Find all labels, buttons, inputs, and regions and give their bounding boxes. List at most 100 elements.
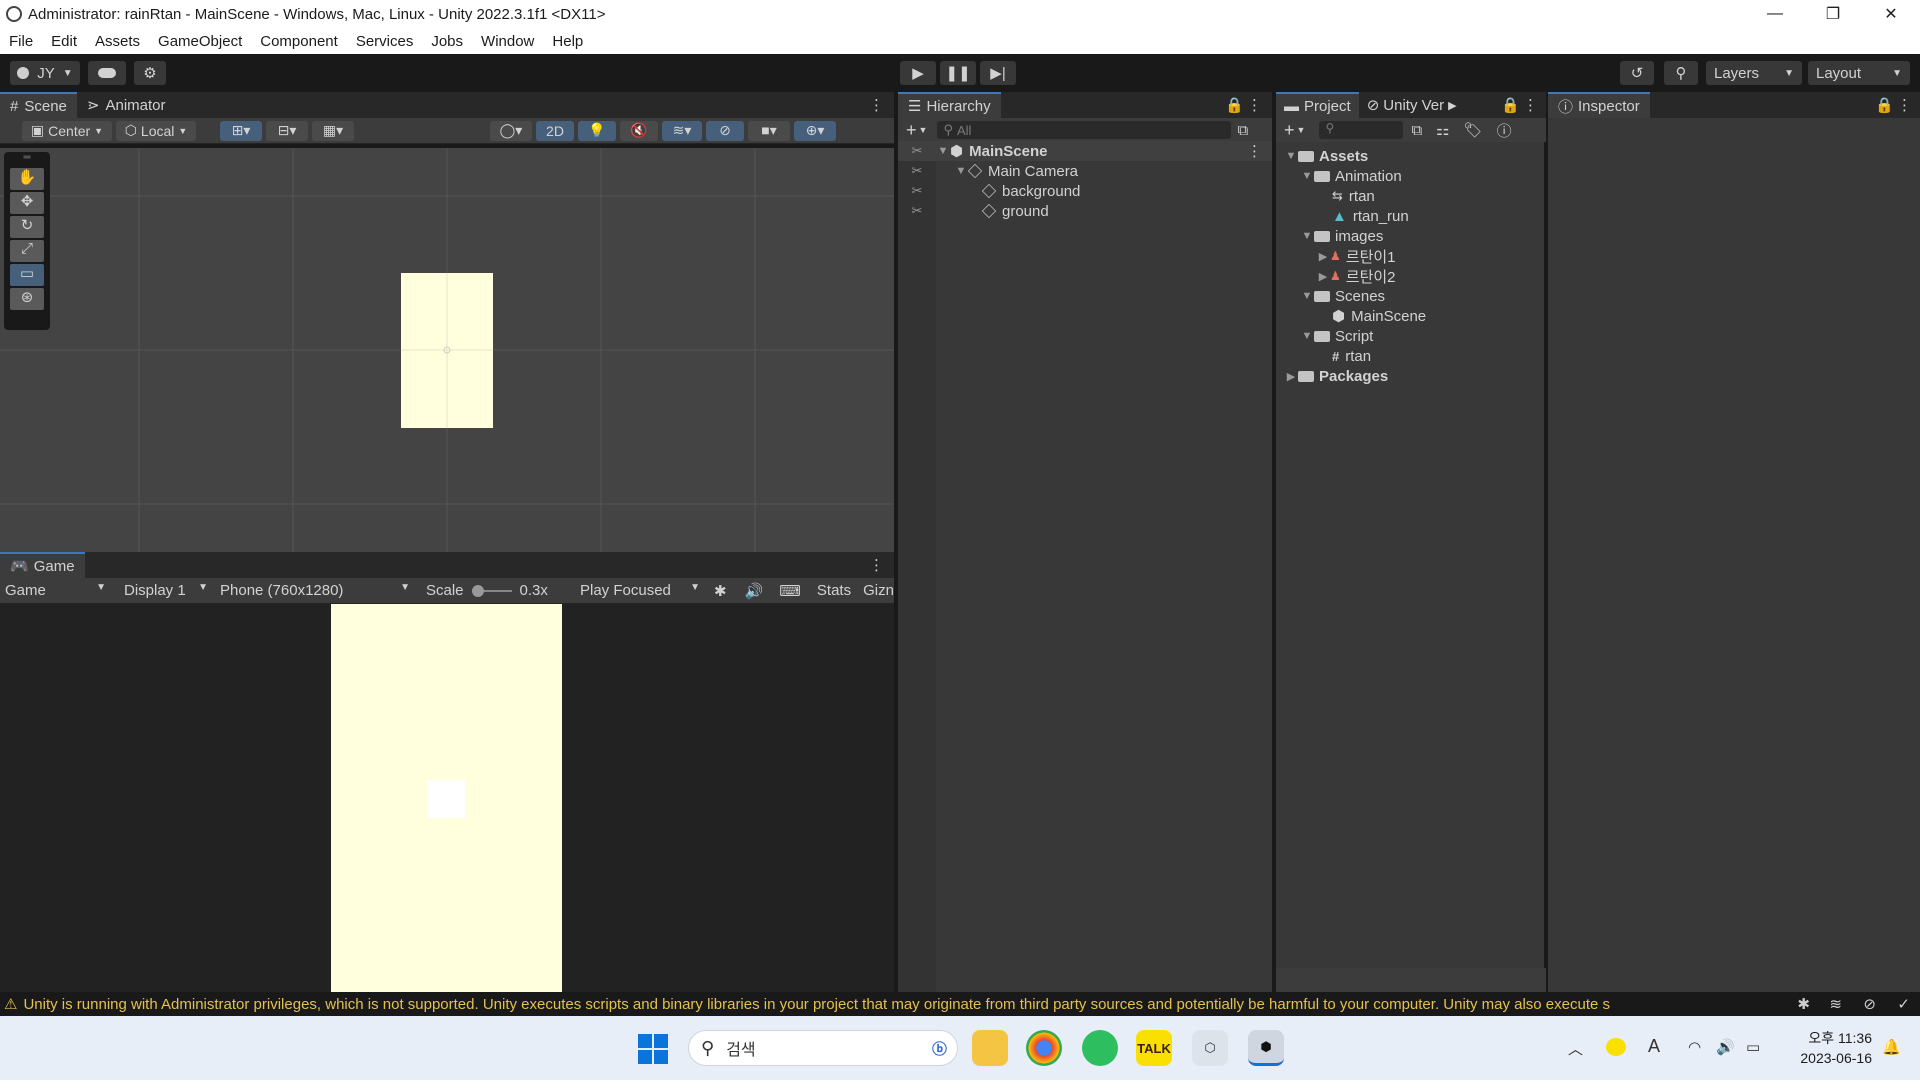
rotate-tool-icon[interactable]: ↻ <box>10 216 44 238</box>
progress-check-icon[interactable]: ✓ <box>1897 995 1910 1013</box>
search-button[interactable]: ⚲ <box>1664 61 1698 85</box>
tree-row-script-folder[interactable]: ▼ Script <box>1300 326 1374 346</box>
tree-row-main-camera[interactable]: ✂ ▼ Main Camera <box>898 161 1272 181</box>
expand-arrow-icon[interactable]: ▶ <box>1284 370 1298 383</box>
debug-icon[interactable]: ✱ <box>1797 995 1810 1013</box>
evernote-icon[interactable] <box>1082 1030 1118 1066</box>
add-icon[interactable]: + <box>906 120 917 141</box>
tree-row-background[interactable]: ✂ background <box>898 181 1272 201</box>
move-tool-icon[interactable]: ✥ <box>10 192 44 214</box>
layers-status-icon[interactable]: ≋ <box>1829 995 1842 1013</box>
effects-dropdown[interactable]: ≋▾ <box>662 120 702 141</box>
layout-dropdown[interactable]: Layout ▼ <box>1808 61 1910 85</box>
kakaotalk-tray-icon[interactable] <box>1606 1038 1626 1056</box>
hierarchy-search-input[interactable]: ⚲ All <box>937 121 1232 139</box>
cloud-button[interactable] <box>88 61 126 85</box>
tab-inspector[interactable]: ⓘ Inspector <box>1548 92 1650 118</box>
expand-arrow-icon[interactable]: ▼ <box>936 145 950 157</box>
tree-row-image-2[interactable]: ▶ ♟ 르탄이2 <box>1316 266 1396 286</box>
visibility-toggle-icon[interactable]: ✂ <box>898 163 936 179</box>
expand-arrow-icon[interactable]: ▶ <box>1316 270 1330 283</box>
lock-icon[interactable]: 🔒 <box>1225 96 1244 114</box>
status-bar[interactable]: ⚠ Unity is running with Administrator pr… <box>0 992 1920 1016</box>
tab-animator[interactable]: ⋗ Animator <box>77 92 176 118</box>
draw-mode-dropdown[interactable]: ◯▾ <box>490 120 532 141</box>
chevron-down-icon[interactable]: ▼ <box>919 125 928 135</box>
tree-row-images-folder[interactable]: ▼ images <box>1300 226 1384 246</box>
grid-visibility-button[interactable]: ▦▾ <box>312 120 354 141</box>
scale-tool-icon[interactable]: ⤢ <box>10 240 44 262</box>
label-tag-icon[interactable]: 🏷 <box>1464 121 1483 139</box>
tab-project[interactable]: ▬ Project <box>1276 92 1359 118</box>
pause-button[interactable]: ❚❚ <box>940 61 976 85</box>
layers-dropdown[interactable]: Layers ▼ <box>1706 61 1802 85</box>
play-button[interactable]: ▶ <box>900 61 936 85</box>
menu-file[interactable]: File <box>0 33 42 50</box>
battery-icon[interactable]: ▭ <box>1746 1038 1760 1056</box>
resolution-select[interactable]: Phone (760x1280) ▼ <box>212 582 414 599</box>
start-windows-icon[interactable] <box>638 1034 668 1064</box>
tab-scene[interactable]: # Scene <box>0 92 77 118</box>
menu-jobs[interactable]: Jobs <box>422 33 472 50</box>
camera-dropdown[interactable]: ■▾ <box>748 120 790 141</box>
unity-hub-icon[interactable]: ⬡ <box>1192 1030 1228 1066</box>
gizmos-dropdown[interactable]: ⊕▾ <box>794 120 836 141</box>
auto-generate-lighting-icon[interactable]: ⊘ <box>1863 995 1876 1013</box>
lock-icon[interactable]: 🔒 <box>1875 96 1894 114</box>
hidden-objects-toggle[interactable]: ⊘ <box>706 120 744 141</box>
close-button[interactable]: ✕ <box>1862 0 1920 28</box>
lighting-toggle[interactable]: 💡 <box>578 120 616 141</box>
menu-component[interactable]: Component <box>251 33 347 50</box>
ime-indicator[interactable]: A <box>1648 1036 1660 1057</box>
tree-row-ground[interactable]: ✂ ground <box>898 201 1272 221</box>
panel-menu-icon[interactable]: ⋮ <box>1247 96 1262 114</box>
panel-menu-icon[interactable]: ⋮ <box>869 96 884 114</box>
tree-row-script-rtan[interactable]: # rtan <box>1332 346 1371 366</box>
pivot-center-dropdown[interactable]: ▣ Center ▼ <box>22 120 112 141</box>
tree-row-scenes-folder[interactable]: ▼ Scenes <box>1300 286 1386 306</box>
chevron-down-icon[interactable]: ▼ <box>1297 125 1306 135</box>
space-local-dropdown[interactable]: ⬡ Local ▼ <box>116 120 196 141</box>
tree-row-assets[interactable]: ▼ Assets <box>1284 146 1369 166</box>
lock-icon[interactable]: 🔒 <box>1501 96 1520 114</box>
project-search-input[interactable]: ⚲ <box>1319 121 1404 139</box>
collab-button[interactable]: ⚙ <box>134 61 166 85</box>
unity-editor-icon[interactable]: ⬢ <box>1248 1030 1284 1066</box>
menu-assets[interactable]: Assets <box>86 33 149 50</box>
menu-help[interactable]: Help <box>543 33 592 50</box>
tree-row-image-1[interactable]: ▶ ♟ 르탄이1 <box>1316 246 1396 266</box>
mode-2d-toggle[interactable]: 2D <box>536 120 574 141</box>
rect-tool-icon[interactable]: ▭ <box>10 264 44 286</box>
scale-slider[interactable]: Scale 0.3x <box>414 582 570 599</box>
notification-bell-icon[interactable]: 🔔 <box>1882 1038 1901 1056</box>
tree-row-mainscene[interactable]: ✂ ▼ ⬢ MainScene ⋮ <box>898 141 1272 161</box>
chrome-icon[interactable] <box>1026 1030 1062 1066</box>
expand-arrow-icon[interactable]: ▼ <box>954 165 968 177</box>
tab-hierarchy[interactable]: ☰ Hierarchy <box>898 92 1001 118</box>
search-filter-icon[interactable]: ⧉ <box>1237 122 1248 139</box>
chevron-up-icon[interactable]: ︿ <box>1568 1038 1583 1059</box>
view-select[interactable]: Game ▼ <box>0 582 112 599</box>
row-menu-icon[interactable]: ⋮ <box>1247 142 1262 160</box>
menu-services[interactable]: Services <box>347 33 423 50</box>
hand-tool-icon[interactable]: ✋ <box>10 168 44 190</box>
history-button[interactable]: ↺ <box>1620 61 1654 85</box>
bing-icon[interactable]: ⓑ <box>932 1038 947 1059</box>
audio-toggle[interactable]: 🔇 <box>620 120 658 141</box>
expand-arrow-icon[interactable]: ▶ <box>1316 250 1330 263</box>
filter-type-icon[interactable]: ⚏ <box>1436 121 1449 139</box>
expand-arrow-icon[interactable]: ▼ <box>1300 330 1314 342</box>
game-view[interactable] <box>0 604 894 992</box>
menu-edit[interactable]: Edit <box>42 33 86 50</box>
search-filter-icon[interactable]: ⧉ <box>1411 122 1422 139</box>
bug-icon[interactable]: ✱ <box>714 582 727 600</box>
tree-row-packages[interactable]: ▶ Packages <box>1284 366 1388 386</box>
tree-row-animator-rtan[interactable]: ⇆ rtan <box>1332 186 1375 206</box>
panel-menu-icon[interactable]: ⋮ <box>869 556 884 574</box>
tab-game[interactable]: 🎮 Game <box>0 552 85 578</box>
drag-handle-icon[interactable]: ═ <box>4 152 50 166</box>
file-explorer-icon[interactable] <box>972 1030 1008 1066</box>
panel-menu-icon[interactable]: ⋮ <box>1897 96 1912 114</box>
display-select[interactable]: Display 1 ▼ <box>112 582 212 599</box>
volume-icon[interactable]: 🔊 <box>1716 1038 1735 1056</box>
